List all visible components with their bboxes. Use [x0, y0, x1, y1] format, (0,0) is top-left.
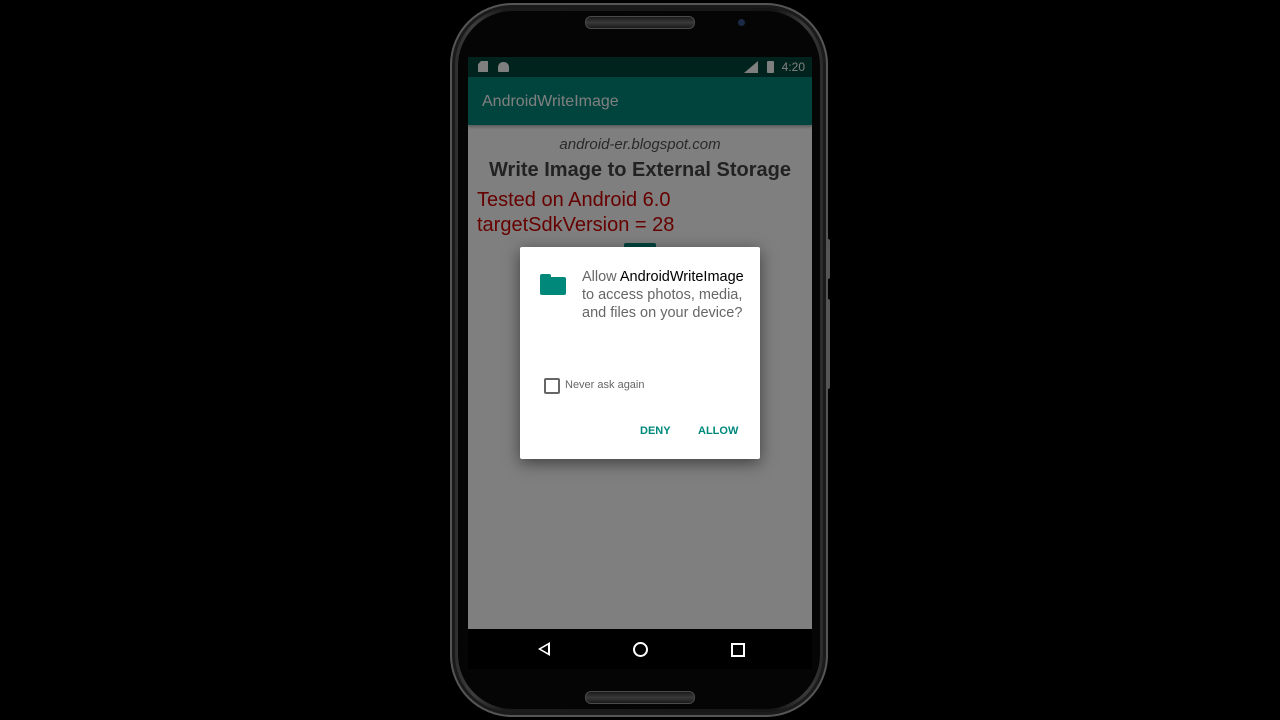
recents-icon[interactable] [731, 643, 745, 657]
navigation-bar [468, 629, 812, 669]
message-app-name: AndroidWriteImage [619, 269, 744, 285]
never-ask-label[interactable]: Never ask again [565, 379, 645, 391]
power-button[interactable] [826, 239, 830, 279]
top-speaker [585, 16, 695, 29]
permission-dialog: Allow AndroidWriteImage to access photos… [520, 247, 760, 459]
home-icon[interactable] [633, 642, 648, 657]
message-suffix: to access photos, media, and files on yo… [582, 287, 743, 321]
phone-screen: 4:20 AndroidWriteImage android-er.blogsp… [468, 57, 812, 669]
message-prefix: Allow [582, 269, 620, 285]
never-ask-checkbox[interactable] [544, 378, 560, 394]
volume-button[interactable] [826, 299, 830, 389]
deny-button[interactable]: DENY [640, 425, 671, 437]
allow-button[interactable]: ALLOW [698, 425, 738, 437]
front-camera [738, 19, 745, 26]
back-icon[interactable] [538, 642, 550, 656]
permission-message: Allow AndroidWriteImage to access photos… [582, 268, 748, 322]
bottom-speaker [585, 691, 695, 704]
folder-icon [540, 274, 566, 295]
